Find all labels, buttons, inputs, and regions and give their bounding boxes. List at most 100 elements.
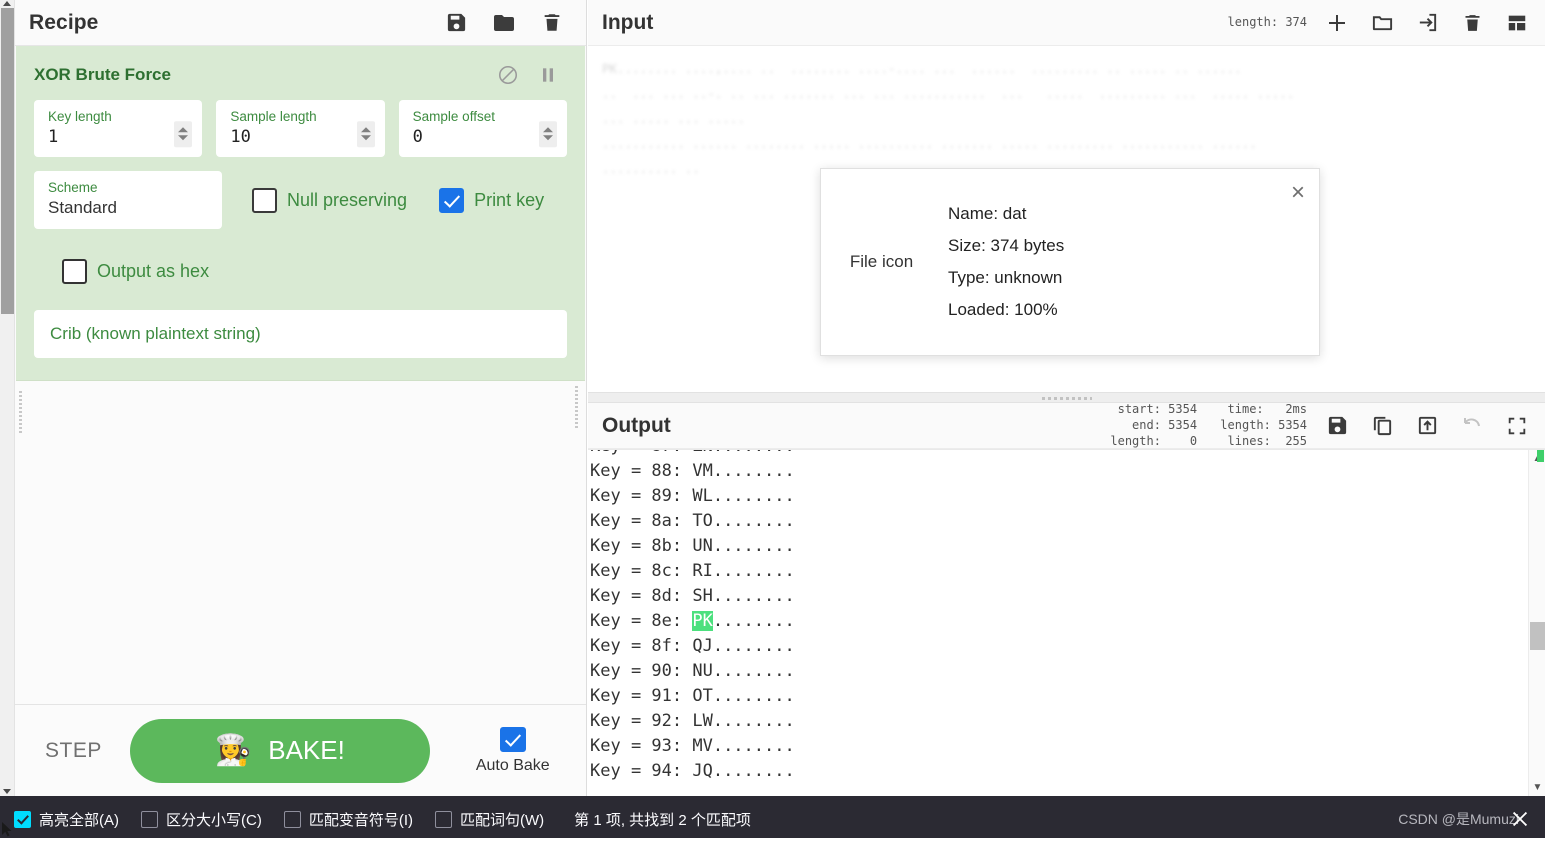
clear-io-icon[interactable] <box>1460 11 1484 35</box>
arg-sample-offset-stepper[interactable] <box>538 120 557 147</box>
step-button[interactable]: STEP <box>45 739 102 763</box>
io-splitter[interactable] <box>588 392 1545 403</box>
match-diacritics-checkbox[interactable] <box>283 810 301 828</box>
match-diacritics-label: 匹配变音符号(I) <box>308 811 413 829</box>
operation-numeric-args: Key length 1 Sample length 10 Sample off… <box>16 100 585 157</box>
pause-icon[interactable] <box>537 64 559 86</box>
recipe-pane-right-grip[interactable] <box>575 386 583 428</box>
scrollbar-thumb[interactable] <box>1 8 14 314</box>
operation-title: XOR Brute Force <box>34 65 171 84</box>
operation-header: XOR Brute Force <box>16 46 585 92</box>
auto-bake-toggle[interactable]: Auto Bake <box>476 726 550 775</box>
output-text[interactable]: Key = 87: ZN........ Key = 88: VM........… <box>588 450 795 784</box>
whole-words-checkbox[interactable] <box>435 810 452 828</box>
search-match-highlight: PK <box>692 611 713 631</box>
mouse-cursor <box>2 822 14 837</box>
input-area[interactable]: PK........ ....,.... .. ........ ....-..… <box>588 46 1545 392</box>
io-pane: Input length: 374 PK........ ....,.... .… <box>588 0 1545 796</box>
highlight-all-label: 高亮全部(A) <box>39 811 119 829</box>
output-line: Key = 93: MV........ <box>590 736 795 756</box>
scrollbar-up-arrow[interactable] <box>3 1 11 6</box>
arg-sample-length-stepper[interactable] <box>356 120 375 147</box>
save-recipe-icon[interactable] <box>444 11 468 35</box>
operation-xor-brute-force[interactable]: XOR Brute Force Key length 1 Sample leng… <box>16 46 585 381</box>
arg-sample-length-value[interactable]: 10 <box>230 126 372 148</box>
arg-scheme-select[interactable]: Scheme Standard <box>34 171 222 229</box>
watermark: CSDN @是Mumuzi <box>1398 811 1519 827</box>
output-line: Key = 88: VM........ <box>590 461 795 481</box>
find-option-match-case[interactable]: 区分大小写(C) <box>141 809 262 830</box>
output-length: length: 5354 <box>1220 418 1307 432</box>
highlight-all-checkbox[interactable] <box>14 810 31 828</box>
page-scrollbar[interactable] <box>0 0 15 796</box>
output-title: Output <box>602 413 671 437</box>
match-case-label: 区分大小写(C) <box>166 811 262 829</box>
file-name: Name: dat <box>948 204 1027 223</box>
output-lines: lines: 255 <box>1220 434 1307 448</box>
output-line: Key = 91: OT........ <box>590 686 795 706</box>
input-stats: length: 374 <box>1228 15 1307 30</box>
arg-print-key-checkbox[interactable]: Print key <box>439 188 544 213</box>
file-size: Size: 374 bytes <box>948 236 1065 255</box>
open-folder-as-input-icon[interactable] <box>1370 11 1394 35</box>
null-preserving-checkbox-box[interactable] <box>252 188 277 213</box>
undo-bake-icon[interactable] <box>1460 414 1484 438</box>
output-stats: start: 5354 end: 5354 length: 0 time: 2m… <box>1110 402 1307 449</box>
arg-key-length-value[interactable]: 1 <box>48 126 190 148</box>
file-icon: File icon <box>849 252 914 271</box>
output-line: Key = 90: NU........ <box>590 661 795 681</box>
load-recipe-icon[interactable] <box>492 11 516 35</box>
maximise-output-icon[interactable] <box>1505 414 1529 438</box>
open-file-as-input-icon[interactable] <box>1415 11 1439 35</box>
output-header: Output start: 5354 end: 5354 length: 0 t… <box>588 402 1545 449</box>
output-line: Key = 87: ZN........ <box>590 450 795 459</box>
arg-scheme-value[interactable]: Standard <box>48 197 210 219</box>
bake-button-label: BAKE! <box>268 735 345 765</box>
close-file-dialog-icon[interactable]: × <box>1291 181 1305 205</box>
recipe-pane: Recipe XOR Brute Force Key length 1 Samp… <box>15 0 587 796</box>
output-selection-length: length: 0 <box>1110 434 1198 448</box>
output-line: Key = 8c: RI........ <box>590 561 795 581</box>
null-preserving-label: Null preserving <box>287 190 408 210</box>
save-output-icon[interactable] <box>1325 414 1349 438</box>
find-option-highlight-all[interactable]: 高亮全部(A) <box>14 809 119 830</box>
output-scrollbar[interactable]: ▲ ▼ <box>1528 450 1545 796</box>
replace-input-with-output-icon[interactable] <box>1415 414 1439 438</box>
recipe-list: XOR Brute Force Key length 1 Sample leng… <box>15 46 586 704</box>
find-option-whole-words[interactable]: 匹配词句(W) <box>435 809 544 830</box>
output-end: end: 5354 <box>1117 418 1198 432</box>
arg-crib-input[interactable]: Crib (known plaintext string) <box>34 310 567 358</box>
arg-key-length[interactable]: Key length 1 <box>34 100 203 157</box>
output-text-wrap[interactable]: Key = 87: ZN........ Key = 88: VM........… <box>588 449 1545 796</box>
print-key-checkbox-box[interactable] <box>439 188 465 213</box>
copy-output-icon[interactable] <box>1370 414 1394 438</box>
arg-output-as-hex-checkbox[interactable]: Output as hex <box>62 259 209 284</box>
close-findbar-icon[interactable] <box>1509 808 1531 830</box>
arg-sample-offset[interactable]: Sample offset 0 <box>398 100 567 157</box>
arg-sample-length[interactable]: Sample length 10 <box>216 100 385 157</box>
find-bar: 高亮全部(A) 区分大小写(C) 匹配变音符号(I) 匹配词句(W) 第 1 项… <box>0 796 1545 842</box>
scrollbar-down-arrow[interactable] <box>3 789 11 794</box>
arg-sample-length-label: Sample length <box>230 109 317 124</box>
input-toolbar <box>1325 11 1529 35</box>
input-tabs-layout-icon[interactable] <box>1505 11 1529 35</box>
auto-bake-checkbox-box[interactable] <box>499 726 526 752</box>
output-scrollbar-thumb[interactable] <box>1530 622 1545 650</box>
bake-button[interactable]: 👩‍🍳 BAKE! <box>129 718 430 783</box>
add-input-tab-icon[interactable] <box>1325 11 1349 35</box>
output-time: time: 2ms <box>1213 402 1307 416</box>
output-line: Key = 92: LW........ <box>590 711 795 731</box>
output-scroll-down-arrow[interactable]: ▼ <box>1529 779 1545 796</box>
input-text[interactable]: PK........ ....,.... .. ........ ....-..… <box>602 56 1525 181</box>
find-option-match-diacritics[interactable]: 匹配变音符号(I) <box>283 809 413 830</box>
disable-icon[interactable] <box>497 64 519 86</box>
arg-null-preserving-checkbox[interactable]: Null preserving <box>252 188 407 213</box>
arg-key-length-stepper[interactable] <box>174 120 193 147</box>
clear-recipe-icon[interactable] <box>540 11 564 35</box>
recipe-pane-left-grip[interactable] <box>19 391 27 433</box>
file-details-dialog: × File icon Name: dat Size: 374 bytes Ty… <box>820 168 1320 356</box>
output-as-hex-checkbox-box[interactable] <box>62 259 87 284</box>
output-line: Key = 8e: PK........ <box>590 611 795 631</box>
match-case-checkbox[interactable] <box>141 810 158 828</box>
arg-sample-offset-value[interactable]: 0 <box>413 126 555 148</box>
